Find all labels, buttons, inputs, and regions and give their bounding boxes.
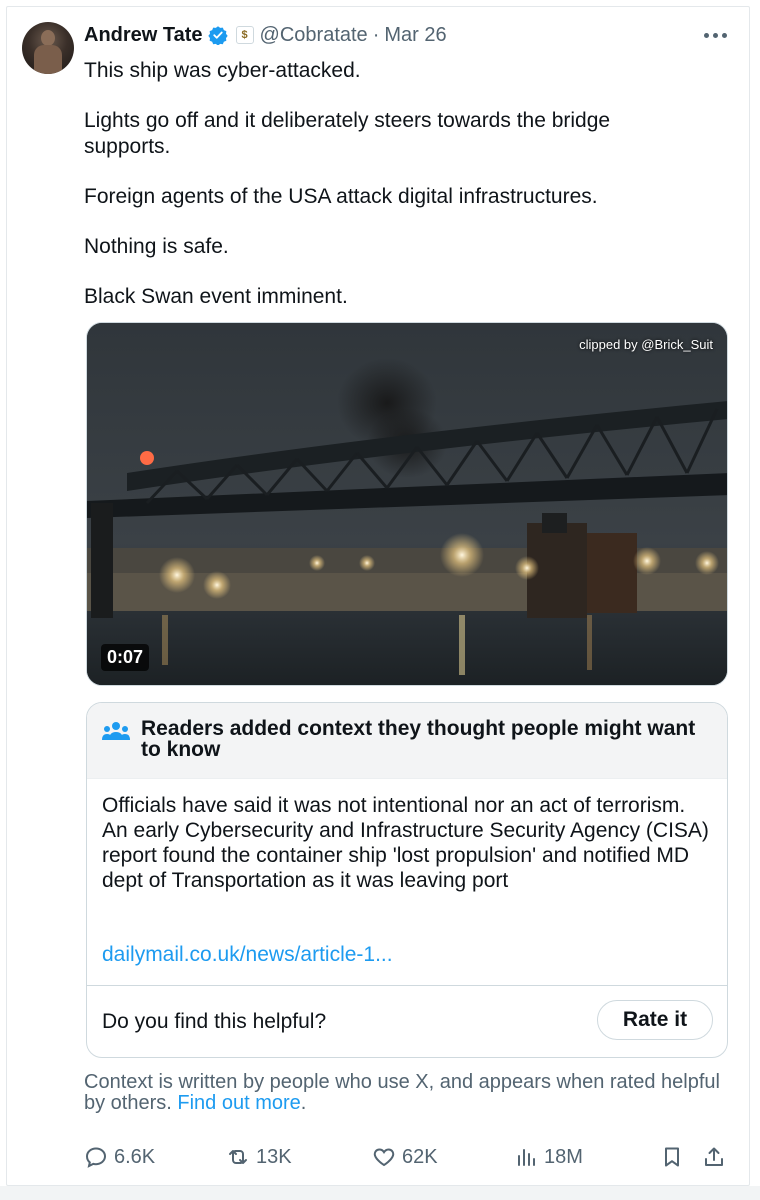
separator-dot: · [372,23,380,46]
avatar-torso [34,45,62,74]
reply-count: 6.6K [114,1145,156,1168]
clip-credit-label: clipped by @Brick_Suit [579,337,713,352]
avatar-head [41,30,55,46]
post-header: Andrew Tate $ @Cobratate · Mar 26 [84,22,447,48]
post-line: Nothing is safe. [84,235,229,258]
share-button[interactable] [702,1142,732,1172]
community-note-header: Readers added context they thought peopl… [87,703,727,779]
post-date[interactable]: Mar 26 [384,24,446,47]
more-options-icon[interactable] [698,24,732,46]
repost-button[interactable]: 13K [226,1142,292,1172]
verified-badge-icon [207,26,228,45]
context-footer: Context is written by people who use X, … [84,1072,724,1114]
community-note-title: Readers added context they thought peopl… [141,717,696,761]
views-button[interactable]: 18M [514,1142,583,1172]
people-icon [102,722,130,740]
bookmark-icon [665,1147,679,1167]
post-line: This ship was cyber-attacked. [84,59,361,82]
post-line: Black Swan event imminent. [84,285,348,308]
bottom-strip [0,1186,760,1200]
post-text: This ship was cyber-attacked. Lights go … [84,58,684,334]
share-icon [705,1147,723,1166]
context-footer-period: . [300,1092,307,1114]
reply-button[interactable]: 6.6K [84,1142,155,1172]
author-name[interactable]: Andrew Tate [84,24,203,47]
helpful-prompt: Do you find this helpful? [102,1010,327,1033]
heart-icon [373,1148,395,1167]
repost-icon [229,1150,247,1164]
rate-it-button[interactable]: Rate it [597,1000,713,1040]
video-duration-badge: 0:07 [101,644,150,671]
affiliation-badge-icon[interactable]: $ [235,26,254,44]
post-line: Lights go off and it deliberately steers… [84,109,611,158]
video-frame-bridge [87,323,727,685]
post-line: Foreign agents of the USA attack digital… [84,185,598,208]
reply-icon [85,1147,107,1168]
community-note: Readers added context they thought peopl… [86,702,728,1058]
like-count: 62K [402,1145,438,1168]
bookmark-button[interactable] [660,1142,690,1172]
views-count: 18M [544,1145,583,1168]
community-note-source-link[interactable]: dailymail.co.uk/news/article-1... [102,943,393,967]
avatar[interactable] [22,22,74,74]
action-bar: 6.6K 13K 62K 18M [84,1142,732,1172]
like-button[interactable]: 62K [372,1142,438,1172]
repost-count: 13K [256,1145,292,1168]
divider [87,985,727,986]
find-out-more-link[interactable]: Find out more [177,1092,300,1114]
community-note-body: Officials have said it was not intention… [102,794,709,892]
author-handle[interactable]: @Cobratate [260,24,368,47]
video-player[interactable]: clipped by @Brick_Suit 0:07 [86,322,728,686]
views-icon [518,1149,535,1166]
